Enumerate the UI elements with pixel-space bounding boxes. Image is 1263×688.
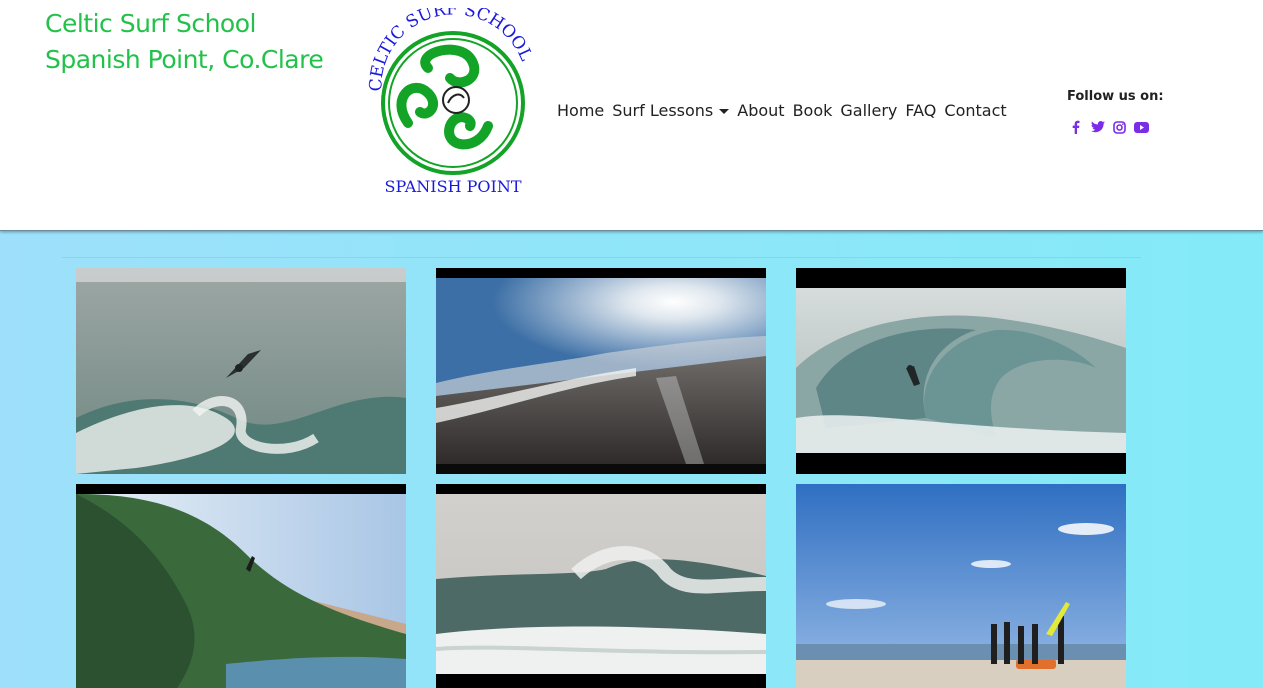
barrel-wave-photo[interactable]: [796, 268, 1126, 474]
content-divider: [62, 257, 1141, 258]
nav-surf-lessons[interactable]: Surf Lessons: [612, 101, 730, 120]
green-wave-photo[interactable]: [76, 484, 406, 688]
youtube-icon[interactable]: [1134, 119, 1149, 135]
sunny-beach-photo[interactable]: [436, 268, 766, 474]
facebook-icon[interactable]: [1068, 119, 1083, 135]
nav-book[interactable]: Book: [793, 101, 833, 120]
brand-line-2: Spanish Point, Co.Clare: [45, 45, 324, 74]
site-header: Celtic Surf School Spanish Point, Co.Cla…: [0, 0, 1263, 231]
logo-bottom-text: SPANISH POINT: [384, 177, 521, 196]
school-logo[interactable]: CELTIC SURF SCHOOL SPANISH POINT: [368, 8, 538, 198]
breaking-wave-photo[interactable]: [436, 484, 766, 688]
nav-surf-lessons-label: Surf Lessons: [612, 101, 714, 120]
nav-gallery[interactable]: Gallery: [840, 101, 897, 120]
main-nav: Home Surf Lessons About Book Gallery FAQ…: [557, 101, 1007, 120]
social-links: [1068, 119, 1149, 135]
caret-down-icon: [719, 109, 730, 114]
brand-line-1: Celtic Surf School: [45, 9, 256, 38]
nav-about[interactable]: About: [737, 101, 784, 120]
nav-contact[interactable]: Contact: [944, 101, 1006, 120]
nav-faq[interactable]: FAQ: [905, 101, 936, 120]
nav-home[interactable]: Home: [557, 101, 604, 120]
instagram-icon[interactable]: [1112, 119, 1127, 135]
follow-label: Follow us on:: [1067, 89, 1164, 104]
surf-group-beach-photo[interactable]: [796, 484, 1126, 688]
twitter-icon[interactable]: [1090, 119, 1105, 135]
surfer-aerial-photo[interactable]: [76, 268, 406, 474]
site-brand[interactable]: Celtic Surf School Spanish Point, Co.Cla…: [45, 6, 324, 78]
